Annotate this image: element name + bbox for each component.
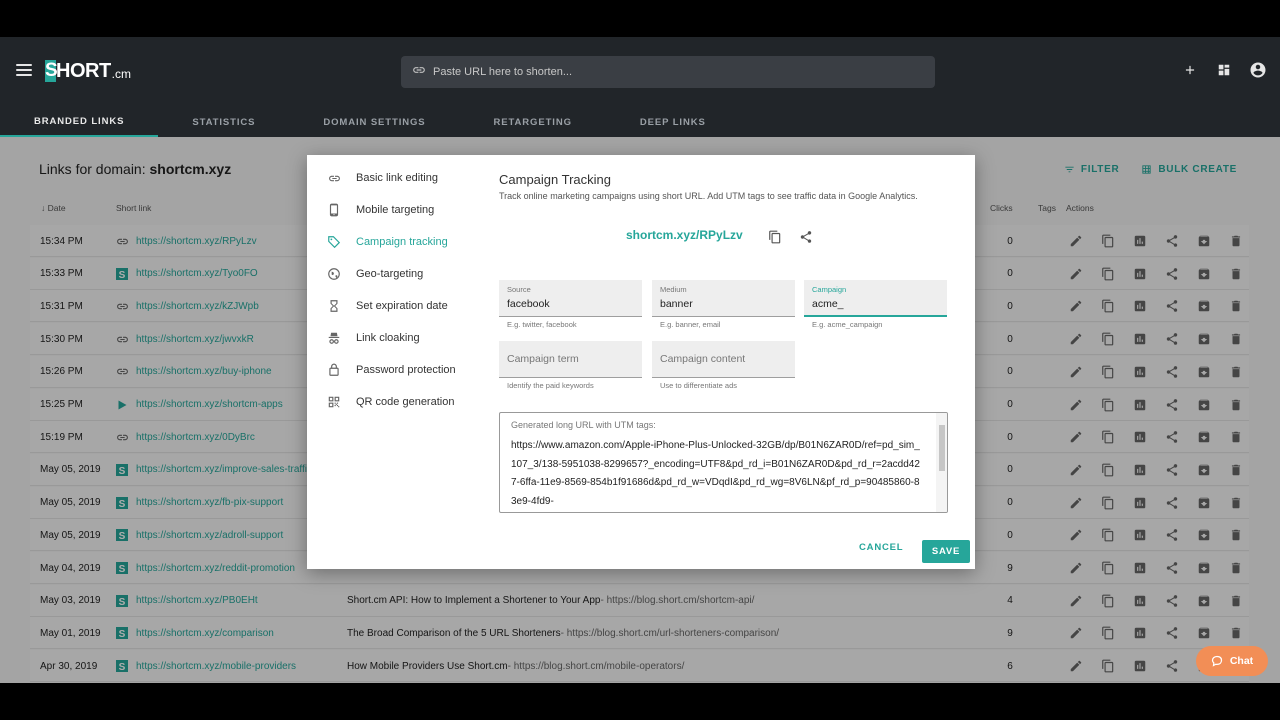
menu-item-label: Password protection	[356, 364, 456, 376]
generated-url-text[interactable]: https://www.amazon.com/Apple-iPhone-Plus…	[511, 437, 921, 511]
dialog-title: Campaign Tracking	[499, 172, 611, 187]
link-settings-dialog: Basic link editing Mobile targeting Campai…	[307, 155, 975, 569]
utm-medium-label: Medium	[660, 285, 687, 294]
share-icon[interactable]	[796, 227, 815, 246]
menu-item-qr-code-generation[interactable]: QR code generation	[327, 392, 454, 412]
tab-domain-settings[interactable]: DOMAIN SETTINGS	[289, 107, 459, 137]
top-bar: S HORT .cm BRANDED LINKS STATISTICS DOMA…	[0, 37, 1280, 137]
tab-retargeting[interactable]: RETARGETING	[460, 107, 606, 137]
cancel-button[interactable]: CANCEL	[859, 542, 903, 553]
hourglass-icon	[327, 299, 341, 313]
copy-icon[interactable]	[765, 227, 784, 246]
menu-item-label: Geo-targeting	[356, 268, 424, 280]
logo[interactable]: S HORT .cm	[45, 60, 131, 82]
textarea-scrollbar[interactable]	[936, 413, 947, 512]
utm-source-label: Source	[507, 285, 531, 294]
globe-icon	[327, 267, 341, 281]
dialog-description: Track online marketing campaigns using s…	[499, 191, 918, 201]
utm-campaign-label: Campaign	[812, 285, 847, 294]
utm-medium-input[interactable]	[660, 298, 785, 310]
logo-text: HORT	[56, 59, 111, 82]
utm-campaign-hint: E.g. acme_campaign	[812, 320, 883, 329]
menu-item-campaign-tracking[interactable]: Campaign tracking	[327, 232, 448, 252]
generated-url-textarea[interactable]: Generated long URL with UTM tags: https:…	[499, 412, 948, 513]
chat-button[interactable]: Chat	[1196, 646, 1268, 676]
shorten-url-input[interactable]	[433, 66, 913, 78]
menu-icon[interactable]	[16, 64, 32, 76]
link-icon	[412, 63, 426, 82]
utm-source-field[interactable]: Source	[499, 280, 642, 317]
menu-item-label: QR code generation	[356, 396, 455, 408]
utm-medium-field[interactable]: Medium	[652, 280, 795, 317]
tab-deep-links[interactable]: DEEP LINKS	[606, 107, 740, 137]
apps-icon[interactable]	[1215, 61, 1233, 79]
nav-tabs: BRANDED LINKS STATISTICS DOMAIN SETTINGS…	[0, 107, 740, 137]
tab-branded-links[interactable]: BRANDED LINKS	[0, 107, 159, 137]
shorten-url-bar[interactable]	[401, 56, 935, 88]
utm-source-hint: E.g. twitter, facebook	[507, 320, 577, 329]
utm-campaign-field[interactable]: Campaign	[804, 280, 947, 317]
utm-term-hint: Identify the paid keywords	[507, 381, 594, 390]
utm-source-input[interactable]	[507, 298, 632, 310]
utm-content-hint: Use to differentiate ads	[660, 381, 737, 390]
menu-item-link-cloaking[interactable]: Link cloaking	[327, 328, 420, 348]
utm-campaign-input[interactable]	[812, 298, 937, 310]
menu-item-mobile-targeting[interactable]: Mobile targeting	[327, 200, 434, 220]
qr-icon	[327, 395, 341, 409]
logo-letter: S	[45, 60, 58, 82]
spy-icon	[327, 331, 341, 345]
menu-item-label: Set expiration date	[356, 300, 448, 312]
tag-icon	[327, 235, 341, 249]
menu-item-label: Campaign tracking	[356, 236, 448, 248]
utm-medium-hint: E.g. banner, email	[660, 320, 721, 329]
add-icon[interactable]	[1181, 61, 1199, 79]
menu-item-basic-link-editing[interactable]: Basic link editing	[327, 168, 438, 188]
phone-icon	[327, 203, 341, 217]
utm-content-input[interactable]	[660, 353, 785, 365]
chat-label: Chat	[1229, 655, 1254, 667]
menu-item-password-protection[interactable]: Password protection	[327, 360, 456, 380]
menu-item-geo-targeting[interactable]: Geo-targeting	[327, 264, 423, 284]
chat-bubble-icon	[1211, 655, 1222, 667]
logo-suffix: .cm	[111, 66, 132, 81]
menu-item-label: Mobile targeting	[356, 204, 435, 216]
utm-content-field[interactable]	[652, 341, 795, 378]
account-icon[interactable]	[1249, 61, 1267, 79]
menu-item-set-expiration-date[interactable]: Set expiration date	[327, 296, 448, 316]
tab-statistics[interactable]: STATISTICS	[158, 107, 289, 137]
save-button[interactable]: SAVE	[922, 540, 970, 563]
menu-item-label: Basic link editing	[356, 172, 438, 184]
link-icon	[327, 171, 341, 185]
app-window: S HORT .cm BRANDED LINKS STATISTICS DOMA…	[0, 37, 1280, 683]
utm-term-input[interactable]	[507, 353, 632, 365]
utm-term-field[interactable]	[499, 341, 642, 378]
short-url-display[interactable]: shortcm.xyz/RPyLzv	[626, 228, 743, 242]
generated-url-label: Generated long URL with UTM tags:	[511, 420, 656, 430]
menu-item-label: Link cloaking	[356, 332, 420, 344]
lock-icon	[327, 363, 341, 377]
